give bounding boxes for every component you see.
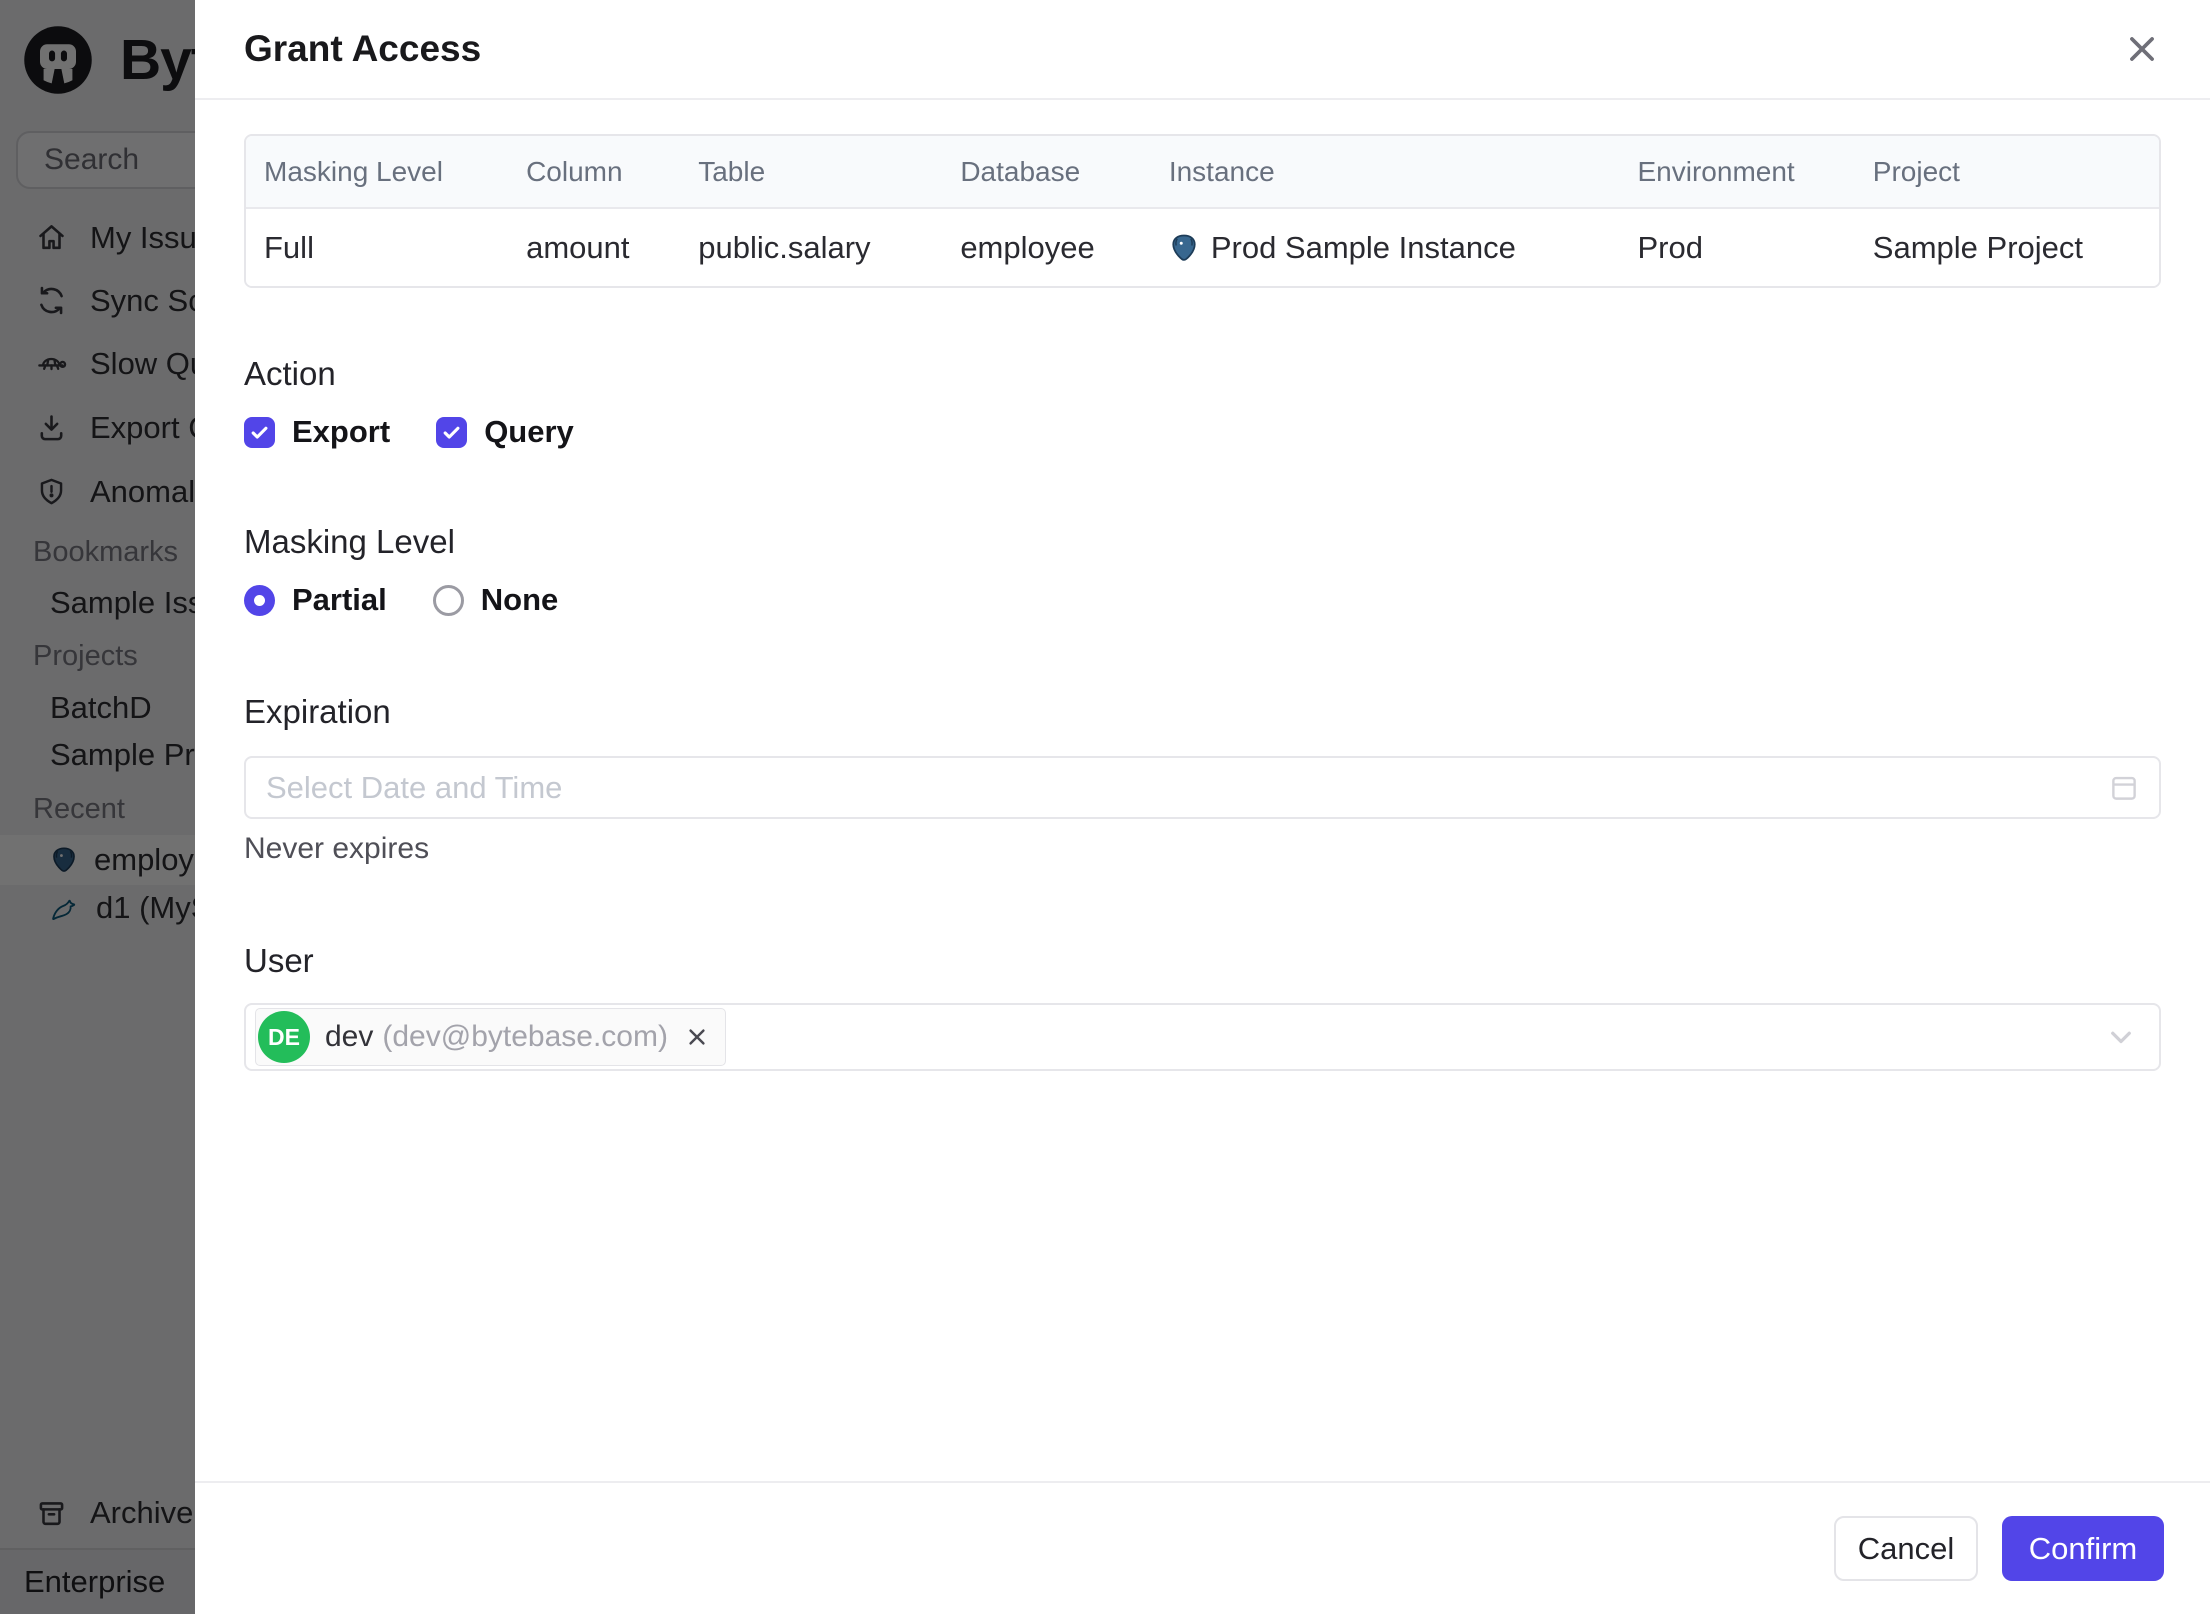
grant-scope-table: Masking Level Column Table Database Inst… bbox=[244, 134, 2161, 288]
confirm-button[interactable]: Confirm bbox=[2002, 1516, 2164, 1581]
table-row: Full amount public.salary employee Prod … bbox=[246, 207, 2159, 286]
action-options: Export Query bbox=[244, 414, 2161, 450]
partial-radio[interactable] bbox=[244, 584, 275, 616]
col-header-project: Project bbox=[1854, 136, 2159, 208]
cell-environment: Prod bbox=[1619, 207, 1855, 286]
app-canvas: Bytebase My Issue Sync Sc bbox=[0, 0, 2210, 1614]
cell-instance: Prod Sample Instance bbox=[1150, 207, 1620, 286]
chevron-down-icon[interactable] bbox=[2103, 1019, 2139, 1055]
none-radio-label[interactable]: None bbox=[481, 582, 559, 618]
cell-table: public.salary bbox=[680, 207, 943, 286]
col-header-instance: Instance bbox=[1150, 136, 1620, 208]
query-checkbox-label[interactable]: Query bbox=[484, 414, 574, 450]
instance-name: Prod Sample Instance bbox=[1210, 229, 1516, 265]
expiration-heading: Expiration bbox=[244, 693, 391, 730]
none-radio[interactable] bbox=[432, 584, 464, 616]
table-header-row: Masking Level Column Table Database Inst… bbox=[246, 136, 2159, 208]
modal-header: Grant Access bbox=[195, 0, 2210, 100]
modal-body: Masking Level Column Table Database Inst… bbox=[195, 100, 2210, 1071]
user-heading: User bbox=[244, 942, 314, 979]
user-select[interactable]: DE dev (dev@bytebase.com) bbox=[244, 1003, 2161, 1071]
col-header-environment: Environment bbox=[1619, 136, 1855, 208]
cell-column: amount bbox=[508, 207, 681, 286]
col-header-masking-level: Masking Level bbox=[246, 136, 509, 208]
expiration-field bbox=[244, 756, 2161, 819]
cancel-button[interactable]: Cancel bbox=[1834, 1516, 1978, 1581]
check-icon bbox=[249, 422, 270, 443]
cell-masking-level: Full bbox=[246, 207, 509, 286]
cell-database: employee bbox=[942, 207, 1151, 286]
partial-radio-label[interactable]: Partial bbox=[292, 582, 387, 618]
postgres-icon bbox=[1169, 233, 1199, 263]
grant-access-modal: Grant Access Masking Level Column Table … bbox=[195, 0, 2210, 1614]
user-name: dev bbox=[325, 1020, 374, 1053]
export-checkbox-label[interactable]: Export bbox=[292, 414, 390, 450]
close-icon[interactable] bbox=[2118, 25, 2166, 73]
calendar-icon[interactable] bbox=[2107, 771, 2141, 805]
masking-level-heading: Masking Level bbox=[244, 523, 455, 560]
col-header-column: Column bbox=[508, 136, 681, 208]
cell-project: Sample Project bbox=[1854, 207, 2159, 286]
expiration-helper-text: Never expires bbox=[244, 832, 430, 865]
remove-user-icon[interactable] bbox=[683, 1023, 711, 1051]
check-icon bbox=[441, 422, 462, 443]
user-tag: DE dev (dev@bytebase.com) bbox=[255, 1008, 726, 1066]
col-header-database: Database bbox=[942, 136, 1151, 208]
query-checkbox[interactable] bbox=[436, 416, 468, 448]
modal-title: Grant Access bbox=[244, 28, 482, 69]
export-checkbox[interactable] bbox=[244, 416, 275, 448]
modal-footer: Cancel Confirm bbox=[195, 1481, 2210, 1614]
masking-level-options: Partial None bbox=[244, 582, 2161, 618]
action-heading: Action bbox=[244, 355, 336, 392]
avatar: DE bbox=[258, 1011, 310, 1063]
col-header-table: Table bbox=[680, 136, 943, 208]
user-email: (dev@bytebase.com) bbox=[382, 1020, 668, 1053]
expiration-date-input[interactable] bbox=[244, 756, 2161, 819]
